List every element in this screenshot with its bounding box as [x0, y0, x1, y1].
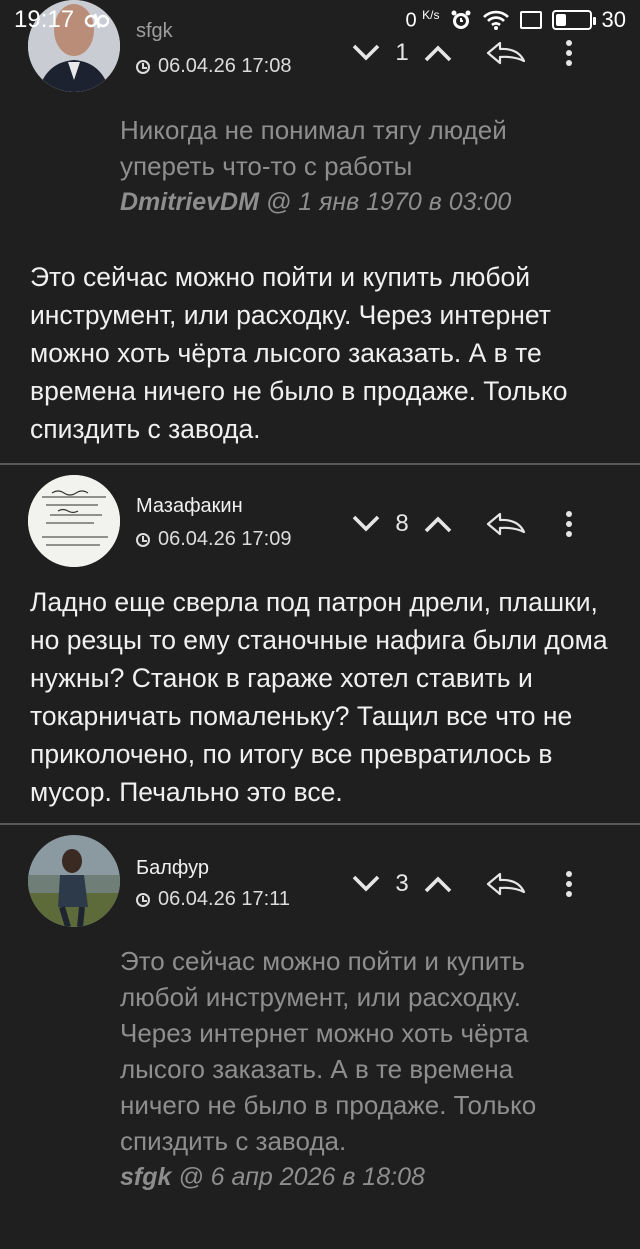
battery-icon	[551, 10, 596, 30]
more-menu-icon[interactable]	[564, 869, 574, 899]
quote-text: Это сейчас можно пойти и купить любой ин…	[120, 946, 537, 1156]
status-bar: 19:17 0 K/s 30	[0, 0, 640, 40]
upvote-icon[interactable]	[422, 42, 454, 64]
more-menu-icon[interactable]	[564, 38, 574, 68]
rating-value: 3	[395, 870, 409, 897]
quote-author[interactable]: DmitrievDM	[120, 188, 259, 216]
downvote-icon[interactable]	[350, 873, 382, 895]
battery-level: 30	[601, 7, 626, 32]
alarm-icon	[451, 10, 471, 29]
comment: Балфур 06.04.26 17:11 3 Это сейчас можно…	[0, 825, 640, 1249]
link-icon	[84, 13, 110, 28]
quoted-comment: Это сейчас можно пойти и купить любой ин…	[120, 943, 590, 1195]
reply-icon[interactable]	[484, 870, 528, 898]
more-menu-icon[interactable]	[564, 509, 574, 539]
rating-value: 8	[395, 510, 409, 537]
reply-icon[interactable]	[484, 39, 528, 67]
wifi-icon	[482, 10, 509, 30]
clock-icon	[136, 892, 150, 907]
quote-author[interactable]: sfgk	[120, 1163, 171, 1191]
comment-date: 06.04.26 17:08	[136, 55, 291, 78]
downvote-icon[interactable]	[350, 42, 382, 64]
avatar[interactable]	[28, 835, 120, 927]
comment-date: 06.04.26 17:11	[136, 888, 290, 911]
upvote-icon[interactable]	[422, 513, 454, 535]
rating-value: 1	[395, 39, 409, 66]
clock-icon	[136, 59, 150, 74]
avatar[interactable]	[28, 475, 120, 567]
quote-meta: sfgk @ 6 апр 2026 в 18:08	[120, 1163, 425, 1191]
quote-text: Никогда не понимал тягу людей упереть чт…	[120, 115, 507, 181]
comment-date: 06.04.26 17:09	[136, 528, 291, 551]
quoted-comment: Никогда не понимал тягу людей упереть чт…	[120, 112, 590, 220]
upvote-icon[interactable]	[422, 873, 454, 895]
comment: sfgk 06.04.26 17:08 1 Никогда не понимал…	[0, 0, 640, 463]
quote-meta: DmitrievDM @ 1 янв 1970 в 03:00	[120, 188, 512, 216]
screen-icon	[519, 11, 542, 29]
comment-author[interactable]: Балфур	[136, 857, 209, 880]
downvote-icon[interactable]	[350, 513, 382, 535]
clock-time: 19:17	[14, 6, 75, 33]
comment-body: Это сейчас можно пойти и купить любой ин…	[30, 262, 568, 444]
comment-author[interactable]: Мазафакин	[136, 495, 243, 518]
comment: Мазафакин 06.04.26 17:09 8 Ладно еще све…	[0, 465, 640, 823]
reply-icon[interactable]	[484, 510, 528, 538]
net-speed: 0 K/s	[405, 7, 440, 32]
comment-body: Ладно еще сверла под патрон дрели, плашк…	[30, 587, 608, 807]
clock-icon	[136, 532, 150, 547]
